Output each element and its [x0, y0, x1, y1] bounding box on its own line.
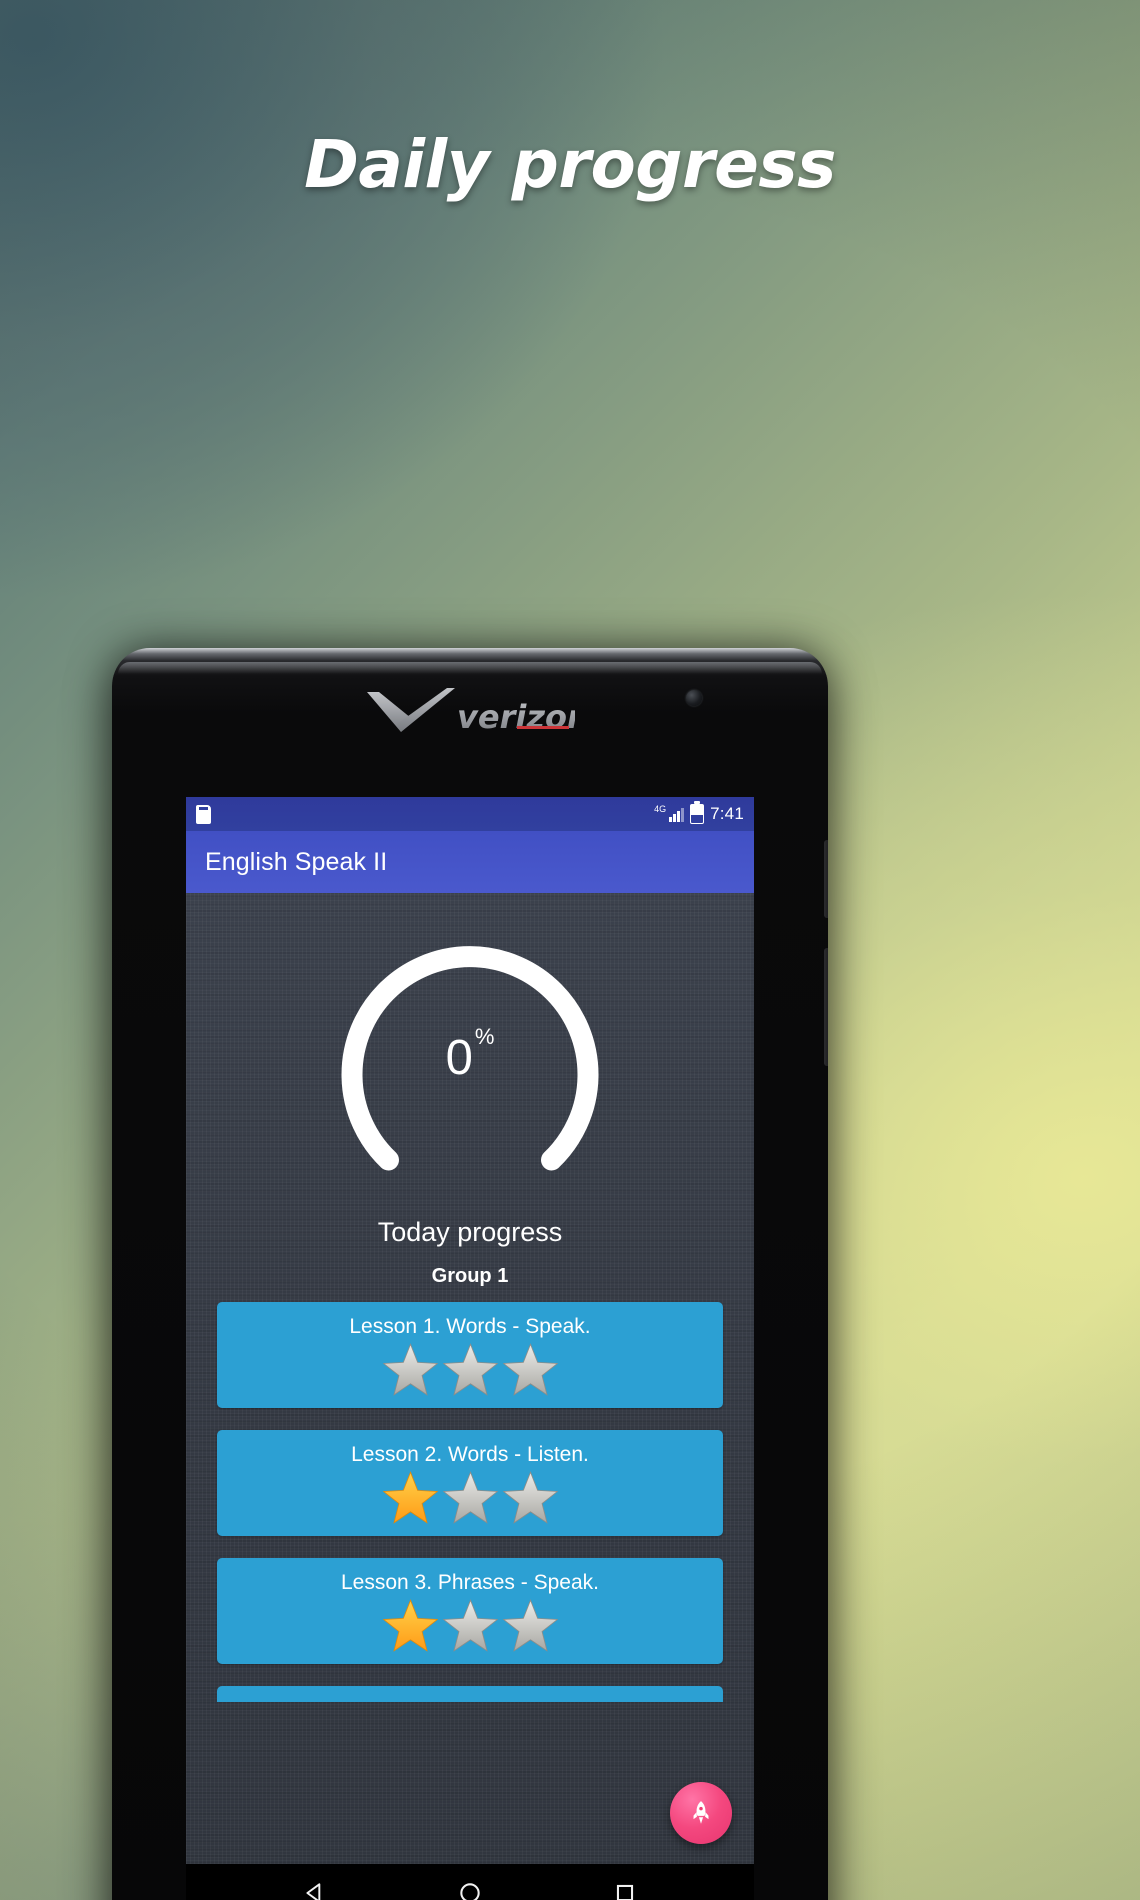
lesson-star-rating	[227, 1599, 713, 1652]
lesson-star-rating	[227, 1343, 713, 1396]
back-triangle-icon	[306, 1883, 321, 1900]
circular-progress-gauge: 0 %	[324, 912, 616, 1204]
star-icon-filled	[382, 1471, 438, 1524]
front-camera-icon	[686, 690, 702, 706]
star-icon-empty	[442, 1471, 498, 1524]
lesson-card[interactable]: Lesson 1. Words - Speak.	[217, 1302, 723, 1408]
star-icon-empty	[502, 1471, 558, 1524]
star-icon-empty	[442, 1343, 498, 1396]
lesson-card[interactable]: Lesson 3. Phrases - Speak.	[217, 1558, 723, 1664]
lesson-card-next-partial[interactable]	[217, 1686, 723, 1702]
lesson-star-rating	[227, 1471, 713, 1524]
progress-gauge-container: 0 %	[186, 893, 754, 1223]
star-icon-empty	[502, 1599, 558, 1652]
star-icon-empty	[442, 1599, 498, 1652]
group-label: Group 1	[431, 1265, 509, 1287]
phone-screen: 4G 7:41 English Speak II 0 % Today progr…	[186, 797, 754, 1900]
app-bar: English Speak II	[186, 831, 754, 893]
device-top-bezel-highlight-inner	[118, 662, 822, 674]
progress-value: 0	[445, 1030, 473, 1085]
star-icon-filled	[382, 1599, 438, 1652]
rocket-icon	[693, 1801, 709, 1824]
main-content: 0 % Today progress Group 1 Lesson 1. Wor…	[186, 893, 754, 1864]
nav-home-button[interactable]	[457, 1880, 483, 1900]
battery-icon	[690, 801, 705, 824]
rocket-fab-button[interactable]	[670, 1782, 732, 1844]
sd-card-icon	[196, 804, 211, 824]
home-circle-icon	[460, 1883, 480, 1900]
carrier-logo: verizon	[112, 686, 828, 742]
svg-text:verizon: verizon	[457, 698, 575, 736]
lesson-card[interactable]: Lesson 2. Words - Listen.	[217, 1430, 723, 1536]
recents-square-icon	[616, 1884, 633, 1900]
gauge-value-group: 0 %	[324, 912, 616, 1204]
nav-recents-button[interactable]	[612, 1880, 638, 1900]
page-title: Daily progress	[304, 126, 836, 203]
signal-bars-icon	[669, 807, 685, 822]
lesson-list: Lesson 1. Words - Speak. Lesson 2. Words…	[186, 1302, 754, 1664]
star-icon-empty	[382, 1343, 438, 1396]
progress-unit: %	[474, 1024, 495, 1049]
status-bar-clock: 7:41	[710, 804, 744, 823]
network-type-label: 4G	[654, 804, 667, 814]
star-icon-empty	[502, 1343, 558, 1396]
status-bar: 4G 7:41	[186, 797, 754, 831]
nav-back-button[interactable]	[302, 1880, 328, 1900]
phone-device-frame: verizon 4G 7:41 English Speak II	[112, 648, 828, 1900]
device-volume-button	[824, 948, 828, 1066]
lesson-title: Lesson 2. Words - Listen.	[351, 1443, 589, 1466]
device-power-button	[824, 840, 828, 918]
app-title: English Speak II	[205, 847, 388, 876]
lesson-title: Lesson 3. Phrases - Speak.	[341, 1571, 599, 1594]
android-navigation-bar	[186, 1864, 754, 1900]
lesson-title: Lesson 1. Words - Speak.	[349, 1315, 591, 1338]
